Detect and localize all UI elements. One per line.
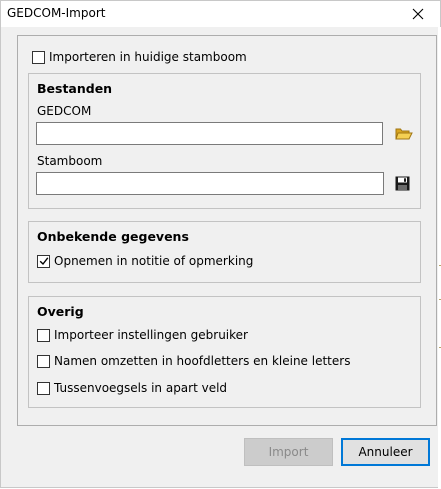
folder-open-icon	[395, 128, 413, 139]
option-label: Importeer instellingen gebruiker	[54, 328, 248, 342]
import-user-settings-checkbox[interactable]: Importeer instellingen gebruiker	[37, 328, 248, 342]
checkbox-box[interactable]	[32, 50, 45, 64]
cancel-button[interactable]: Annuleer	[341, 438, 430, 466]
close-icon	[412, 8, 424, 20]
files-group-title: Bestanden	[37, 81, 113, 96]
unknown-group-title: Onbekende gegevens	[37, 229, 189, 244]
checkbox-box[interactable]	[37, 354, 50, 368]
gedcom-label: GEDCOM	[37, 104, 92, 118]
checkbox-box[interactable]	[37, 381, 50, 395]
prefixes-separate-field-checkbox[interactable]: Tussenvoegsels in apart veld	[37, 381, 227, 395]
gedcom-file-input[interactable]	[36, 122, 383, 145]
other-group: Overig Importeer instellingen gebruiker …	[28, 296, 421, 408]
checkmark-icon	[39, 257, 48, 266]
import-current-label: Importeren in huidige stamboom	[49, 50, 247, 64]
gedcom-import-dialog: GEDCOM-Import Importeren in huidige stam…	[0, 0, 441, 489]
option-label: Tussenvoegsels in apart veld	[54, 381, 228, 395]
stamboom-file-input[interactable]	[36, 172, 384, 195]
stamboom-label: Stamboom	[37, 154, 103, 168]
include-note-label: Opnemen in notitie of opmerking	[54, 254, 254, 268]
option-label: Namen omzetten in hoofdletters en kleine…	[54, 354, 351, 368]
title-bar[interactable]: GEDCOM-Import	[1, 1, 440, 27]
unknown-data-group: Onbekende gegevens Opnemen in notitie of…	[28, 221, 421, 283]
include-note-checkbox[interactable]: Opnemen in notitie of opmerking	[37, 254, 253, 268]
save-stamboom-button[interactable]	[392, 173, 412, 193]
window-title: GEDCOM-Import	[7, 6, 106, 20]
files-group: Bestanden GEDCOM Stamboom	[28, 73, 421, 209]
other-group-title: Overig	[37, 304, 84, 319]
close-button[interactable]	[396, 1, 440, 27]
options-panel: Importeren in huidige stamboom Bestanden…	[17, 35, 437, 426]
floppy-disk-icon	[395, 176, 409, 190]
convert-names-case-checkbox[interactable]: Namen omzetten in hoofdletters en kleine…	[37, 354, 350, 368]
checkbox-box[interactable]	[37, 328, 50, 342]
browse-gedcom-button[interactable]	[394, 123, 414, 143]
import-current-checkbox[interactable]: Importeren in huidige stamboom	[32, 50, 247, 64]
import-button[interactable]: Import	[244, 438, 333, 466]
checkbox-box[interactable]	[37, 254, 50, 268]
